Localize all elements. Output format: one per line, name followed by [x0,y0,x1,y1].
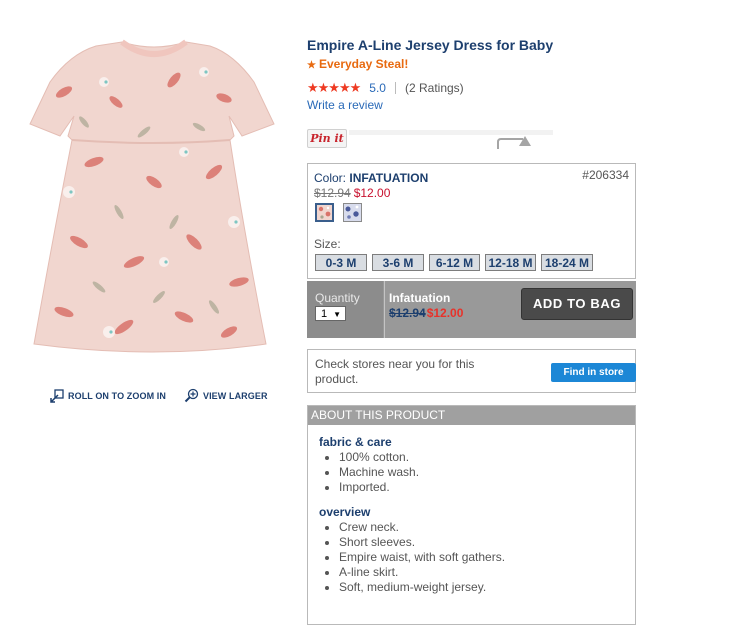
quantity-select[interactable]: 1 ▼ [315,306,346,321]
list-item: 100% cotton. [339,450,635,465]
bag-original-price: $12.94 [389,306,426,320]
store-locator-text: Check stores near you for this product. [315,357,475,386]
store-locator: Check stores near you for this product. … [307,349,636,393]
cursor-zoom-icon [50,388,64,403]
social-bar [349,130,553,135]
fabric-care-list: 100% cotton. Machine wash. Imported. [319,450,635,495]
view-larger-link[interactable]: VIEW LARGER [184,388,268,403]
quantity-value: 1 [321,308,328,320]
quantity-panel: Quantity 1 ▼ [307,281,383,338]
list-item: A-line skirt. [339,565,635,580]
list-item: Machine wash. [339,465,635,480]
color-prefix: Color: [314,171,347,185]
selected-color: Infatuation [389,291,451,305]
sku-number: #206334 [582,168,629,182]
view-larger-label: VIEW LARGER [202,390,268,401]
fabric-care-section: fabric & care 100% cotton. Machine wash.… [308,435,635,495]
add-to-bag-bar: Quantity 1 ▼ Infatuation $12.94$12.00 AD… [307,281,636,338]
bag-sale-price: $12.00 [426,306,464,320]
about-product-header: ABOUT THIS PRODUCT [308,406,635,425]
deal-badge-text: Everyday Steal! [318,57,409,71]
add-to-bag-button[interactable]: ADD TO BAG [521,288,633,320]
deal-badge: ★ Everyday Steal! [307,56,637,74]
size-option-0-3m[interactable]: 0-3 M [315,254,367,271]
write-review-link[interactable]: Write a review [307,98,383,112]
rating-summary[interactable]: ★★★★★ 5.0 (2 Ratings) [307,80,637,96]
sale-price: $12.00 [353,186,391,200]
product-options: Color: INFATUATION #206334 $12.94 $12.00 … [307,163,636,279]
product-image[interactable] [24,32,284,362]
badge-star-icon: ★ [307,60,316,71]
swatch-infatuation[interactable] [315,203,334,222]
find-in-store-button[interactable]: Find in store [551,363,636,382]
original-price: $12.94 [314,186,351,200]
list-item: Crew neck. [339,520,635,535]
size-option-18-24m[interactable]: 18-24 M [541,254,593,271]
overview-section: overview Crew neck. Short sleeves. Empir… [308,505,635,595]
price-line: $12.94 $12.00 [314,186,390,200]
share-icon[interactable] [497,136,535,150]
section-title: overview [319,505,371,519]
dropdown-arrow-icon: ▼ [333,310,341,319]
color-name: INFATUATION [349,171,429,185]
rating-stars: ★★★★★ [307,80,361,95]
rating-value[interactable]: 5.0 [369,81,386,95]
size-label: Size: [314,237,341,251]
product-title: Empire A-Line Jersey Dress for Baby [307,37,554,53]
bag-bar-divider [384,281,385,338]
overview-list: Crew neck. Short sleeves. Empire waist, … [319,520,635,595]
size-option-3-6m[interactable]: 3-6 M [372,254,424,271]
quantity-label: Quantity [315,291,360,305]
list-item: Short sleeves. [339,535,635,550]
rating-count: (2 Ratings) [404,81,464,95]
size-selector: 0-3 M 3-6 M 6-12 M 12-18 M 18-24 M [315,254,593,271]
swatch-blue-floral[interactable] [343,203,362,222]
size-option-6-12m[interactable]: 6-12 M [429,254,480,271]
section-title: fabric & care [319,435,392,449]
rating-divider [394,82,396,94]
list-item: Imported. [339,480,635,495]
list-item: Soft, medium-weight jersey. [339,580,635,595]
selected-price: $12.94$12.00 [389,306,463,320]
zoom-in-label: ROLL ON TO ZOOM IN [68,390,166,401]
list-item: Empire waist, with soft gathers. [339,550,635,565]
color-label: Color: INFATUATION [314,171,428,185]
pin-it-button[interactable]: Pin it [307,129,347,148]
about-product-panel: ABOUT THIS PRODUCT fabric & care 100% co… [307,405,636,625]
magnifier-plus-icon [184,388,199,403]
zoom-in-link[interactable]: ROLL ON TO ZOOM IN [50,388,166,403]
size-option-12-18m[interactable]: 12-18 M [485,254,536,271]
